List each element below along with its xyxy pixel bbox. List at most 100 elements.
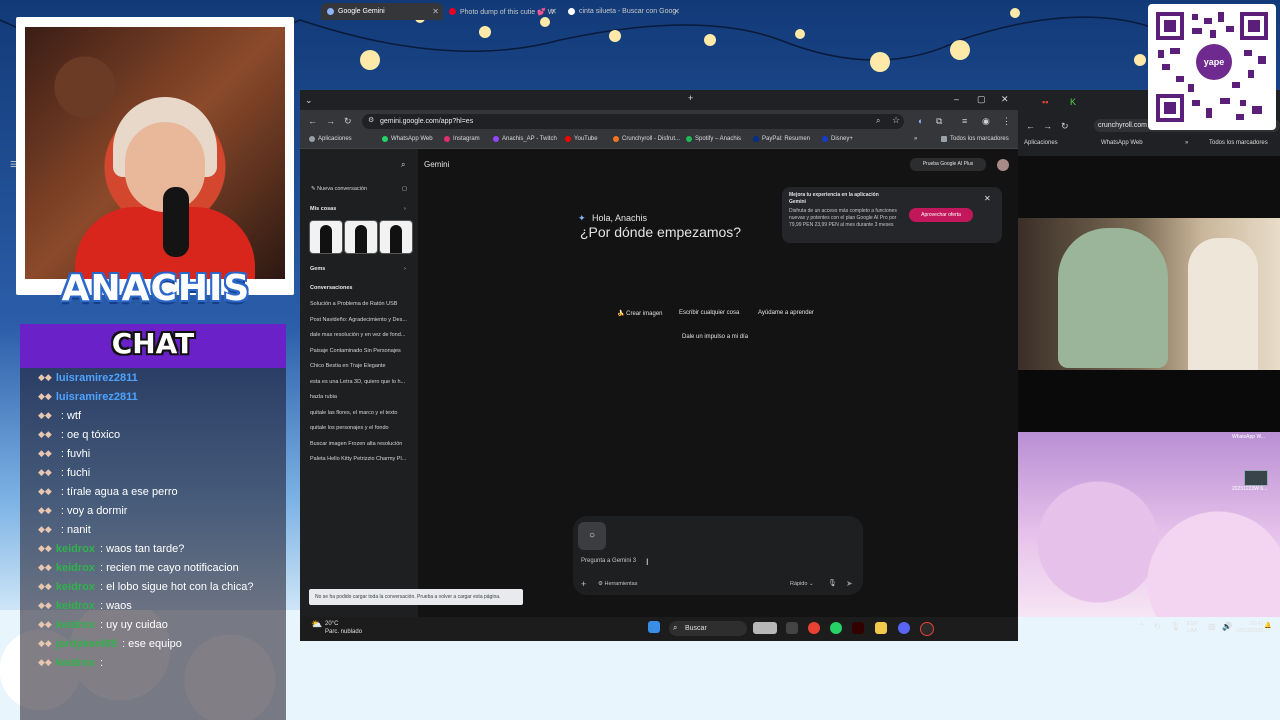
chip-write-anything[interactable]: Escribir cualquier cosa <box>679 310 739 316</box>
language-indicator[interactable]: ESP LAA <box>1187 621 1198 635</box>
try-pro-button[interactable]: Prueba Google AI Plus <box>910 158 986 171</box>
tab-search-icon[interactable]: ⌄ <box>305 95 313 106</box>
gemini-app-title[interactable]: Gemini <box>424 160 449 169</box>
mode-selector[interactable]: Rápido ⌄ <box>790 581 814 587</box>
bookmark-item[interactable]: Disney+ <box>822 136 853 142</box>
close-icon[interactable]: ✕ <box>673 7 680 16</box>
send-icon[interactable]: ➤ <box>846 579 853 588</box>
chat-username[interactable]: keidrox <box>56 562 95 574</box>
chat-username[interactable]: luisramirez2811 <box>56 372 138 384</box>
close-icon[interactable]: ✕ <box>984 194 991 203</box>
gems-header[interactable]: Gems <box>310 266 414 272</box>
promo-offer-button[interactable]: Aprovechar oferta <box>909 208 973 222</box>
chevron-right-icon[interactable]: › <box>404 266 414 272</box>
chip-create-image[interactable]: 🍌 Crear imagen <box>617 310 663 317</box>
tab-icon[interactable]: K <box>1070 97 1076 107</box>
chat-username[interactable]: keidrox <box>56 581 95 593</box>
tab-pinterest[interactable]: Photo dump of this cutie 💕 W ✕ <box>443 3 561 20</box>
bookmark-item[interactable]: Anachis_AP - Twitch <box>493 136 557 142</box>
attachment-preview[interactable]: ○ <box>578 522 606 550</box>
close-icon[interactable]: ✕ <box>432 7 439 16</box>
conversation-item[interactable]: quitale las flores, el marco y el texto <box>310 410 414 416</box>
plus-icon[interactable]: + <box>581 579 586 589</box>
my-stuff-thumb[interactable] <box>379 220 413 254</box>
microphone-icon[interactable]: 🎙 <box>828 579 837 587</box>
chat-username[interactable]: keidrox <box>56 600 95 612</box>
zoom-icon[interactable]: ⌕ <box>876 116 880 126</box>
bookmark-item[interactable]: Crunchyroll - Disfrut... <box>613 136 680 142</box>
reload-icon[interactable]: ↻ <box>1061 121 1069 132</box>
conversation-item[interactable]: Chico Bestia en Traje Elegante <box>310 363 414 369</box>
minimize-icon[interactable]: – <box>954 94 959 104</box>
more-bookmarks-icon[interactable]: » <box>1185 140 1188 146</box>
new-chat-button[interactable]: ✎ Nueva conversación <box>311 186 415 192</box>
chat-username[interactable]: keidrox <box>56 657 95 669</box>
chat-username[interactable]: keidrox <box>56 543 95 555</box>
chat-username[interactable]: keidrox <box>56 619 95 631</box>
extension-icon[interactable]: ◐ <box>918 116 923 126</box>
bookmark-whatsapp[interactable]: WhatsApp Web <box>1101 140 1143 146</box>
mic-icon[interactable]: 🎙 <box>1170 622 1180 631</box>
all-bookmarks[interactable]: Todos los marcadores <box>941 136 1009 142</box>
start-icon[interactable] <box>648 621 660 633</box>
conversation-item[interactable]: Post Navideño: Agradecimiento y Des... <box>310 317 414 323</box>
chevron-up-icon[interactable]: ⌃ <box>1138 622 1145 631</box>
back-icon[interactable]: ← <box>308 116 317 126</box>
bookmark-item[interactable]: Aplicaciones <box>309 136 352 142</box>
widget-icon[interactable] <box>753 622 777 634</box>
conversation-item[interactable]: hazla rubia <box>310 394 414 400</box>
temp-chat-icon[interactable]: ▢ <box>402 186 412 192</box>
forward-icon[interactable]: → <box>1043 121 1052 131</box>
desktop-file-label[interactable]: 20251223W 6... <box>1232 486 1267 492</box>
menu-icon[interactable]: ⋮ <box>1002 116 1011 127</box>
chevron-right-icon[interactable]: › <box>404 206 414 212</box>
my-stuff-thumb[interactable] <box>309 220 343 254</box>
network-icon[interactable]: ▥ <box>1208 622 1216 631</box>
chip-help-learn[interactable]: Ayúdame a aprender <box>758 310 814 316</box>
bookmark-item[interactable]: YouTube <box>565 136 598 142</box>
bookmark-star-icon[interactable]: ☆ <box>892 115 900 126</box>
avatar[interactable] <box>997 159 1009 171</box>
conversation-item[interactable]: dale mas resolución y en vez de fond... <box>310 332 414 338</box>
site-info-icon[interactable]: ⚙ <box>368 116 374 124</box>
bookmark-item[interactable]: Spotify – Anachis <box>686 136 741 142</box>
clock[interactable]: 01:41 28/12/2025 <box>1236 621 1264 635</box>
conversation-item[interactable]: esta es una Letra 3D, quiero que lo h... <box>310 379 414 385</box>
sync-icon[interactable]: ↻ <box>1154 622 1161 631</box>
more-bookmarks-icon[interactable]: » <box>914 136 917 142</box>
address-bar[interactable]: gemini.google.com/app?hl=es <box>362 114 904 129</box>
desktop-shortcut-label[interactable]: WhatsApp W... <box>1232 434 1265 440</box>
conversation-item[interactable]: quitale los personajes y el fondo <box>310 425 414 431</box>
task-view-icon[interactable] <box>786 622 798 634</box>
notification-icon[interactable]: 🔔 <box>1264 622 1271 629</box>
bookmark-item[interactable]: Instagram <box>444 136 480 142</box>
volume-icon[interactable]: 🔊 <box>1222 622 1232 631</box>
bookmark-item[interactable]: PayPal: Resumen <box>753 136 810 142</box>
close-window-icon[interactable]: ✕ <box>1001 94 1009 105</box>
tab-icon[interactable]: ▪▪ <box>1042 97 1048 107</box>
back-icon[interactable]: ← <box>1026 121 1035 131</box>
tab-gemini[interactable]: Google Gemini ✕ <box>321 3 443 20</box>
all-bookmarks[interactable]: Todos los marcadores <box>1209 140 1268 146</box>
conversation-item[interactable]: Paleta Hello Kitty Petrizzio Charmy Pl..… <box>310 456 414 462</box>
prompt-input[interactable]: Pregunta a Gemini 3 <box>581 558 636 564</box>
media-icon[interactable]: ≡ <box>962 116 967 126</box>
forward-icon[interactable]: → <box>326 116 335 126</box>
chat-username[interactable]: jordykenl05 <box>56 638 117 650</box>
conversation-item[interactable]: Solución a Problema de Ratón USB <box>310 301 414 307</box>
conversation-item[interactable]: Buscar imagen Frozen alta resolución <box>310 441 414 447</box>
file-explorer-icon[interactable] <box>875 622 887 634</box>
bookmark-apps[interactable]: Aplicaciones <box>1024 140 1058 146</box>
chat-username[interactable]: luisramirez2811 <box>56 391 138 403</box>
tools-button[interactable]: ⚙ Herramientas <box>598 581 637 587</box>
close-icon[interactable]: ✕ <box>550 7 557 16</box>
puzzle-icon[interactable]: ⧉ <box>936 116 942 127</box>
reload-icon[interactable]: ↻ <box>344 116 352 127</box>
taskbar-search[interactable]: Buscar <box>669 621 747 636</box>
tab-google-search[interactable]: cinta silueta - Buscar con Goog ✕ <box>562 3 684 20</box>
my-stuff-thumb[interactable] <box>344 220 378 254</box>
search-icon[interactable]: ⌕ <box>401 160 411 170</box>
discord-icon[interactable] <box>898 622 910 634</box>
chip-boost-day[interactable]: Dale un impulso a mi día <box>682 334 748 340</box>
desktop-file-icon[interactable] <box>1244 470 1268 486</box>
